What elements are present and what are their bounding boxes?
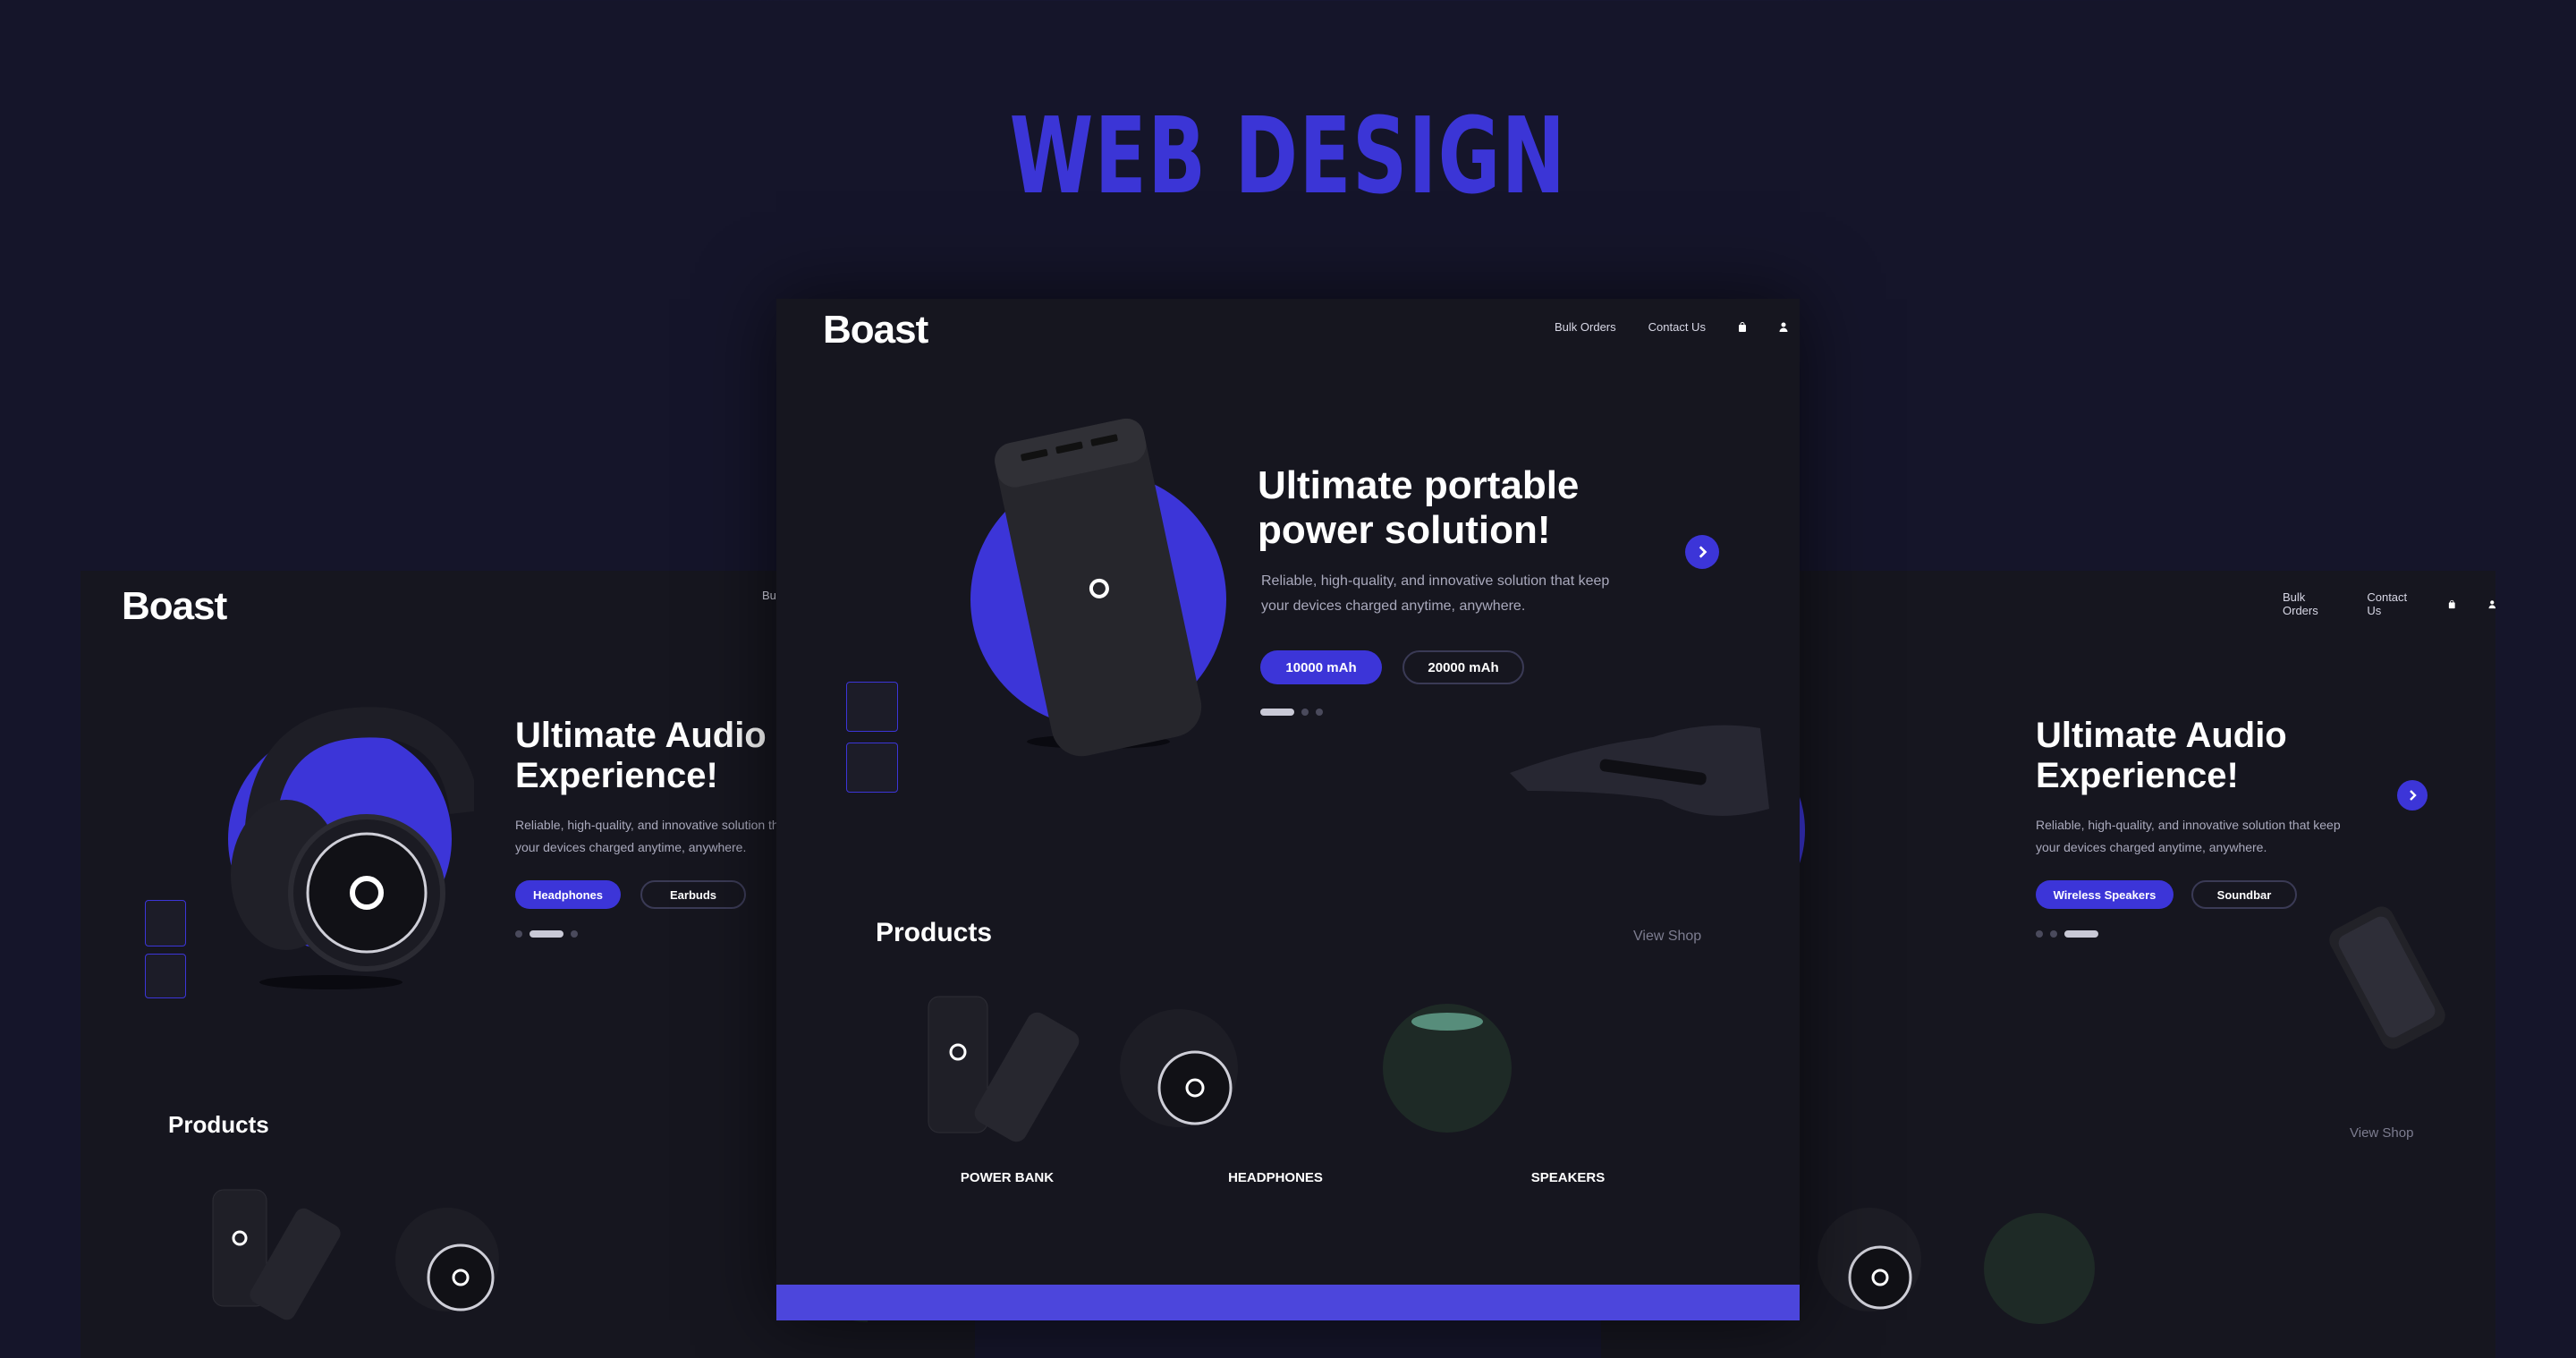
chevron-right-icon (2410, 790, 2417, 801)
carousel-dot[interactable] (1316, 709, 1323, 716)
carousel-dots (2036, 930, 2098, 938)
option-soundbar[interactable]: Soundbar (2191, 880, 2297, 909)
carousel-dot-active[interactable] (2064, 930, 2098, 938)
logo-text: Boast (823, 308, 928, 352)
logo[interactable]: Boast (823, 308, 928, 352)
option-20000-mah[interactable]: 20000 mAh (1402, 650, 1524, 684)
carousel-dot[interactable] (1301, 709, 1309, 716)
products-heading: Products (168, 1111, 269, 1138)
nav-bulk-orders[interactable]: Bulk Orders (2283, 590, 2334, 617)
next-slide-button[interactable] (1685, 535, 1719, 569)
carousel-dot-active[interactable] (530, 930, 564, 938)
nav-contact-us[interactable]: Contact Us (1648, 320, 1706, 334)
next-slide-button[interactable] (2397, 780, 2428, 811)
hero-title: Ultimate portable power solution! (1258, 463, 1580, 552)
product-images-row (928, 996, 1512, 1142)
view-shop-link[interactable]: View Shop (2350, 1125, 2413, 1141)
chevron-right-icon (1699, 546, 1707, 558)
nav-bulk-orders[interactable]: Bulk Orders (1555, 320, 1616, 334)
phone-image (2329, 906, 2445, 1049)
thumbnail-1[interactable] (145, 900, 186, 946)
carousel-dots (1260, 709, 1323, 716)
thumbnail-2[interactable] (846, 743, 898, 793)
hero-title: Ultimate Audio Experience! (515, 716, 767, 796)
product-label-headphones[interactable]: HEADPHONES (1195, 1170, 1356, 1185)
user-icon[interactable] (1779, 322, 1788, 332)
logo[interactable]: Boast (122, 584, 227, 629)
logo-text: Boast (122, 584, 227, 628)
option-headphones[interactable]: Headphones (515, 880, 621, 909)
carousel-dot-active[interactable] (1260, 709, 1294, 716)
product-label-speakers[interactable]: SPEAKERS (1487, 1170, 1648, 1185)
hero-title: Ultimate Audio Experience! (2036, 716, 2287, 796)
products-heading: Products (876, 918, 993, 947)
carousel-dot[interactable] (2050, 930, 2057, 938)
carousel-dot[interactable] (2036, 930, 2043, 938)
center-mockup: Boast Bulk Orders Contact Us Ultimate po… (776, 299, 1800, 1320)
power-bank-hero-image (970, 418, 1226, 757)
product-label-power-bank[interactable]: POWER BANK (927, 1170, 1088, 1185)
view-shop-link[interactable]: View Shop (1633, 929, 1701, 945)
product-images-row (212, 1189, 868, 1322)
nav-contact-us[interactable]: Contact Us (2367, 590, 2416, 617)
carousel-dot[interactable] (571, 930, 578, 938)
carousel-dot[interactable] (515, 930, 522, 938)
hero-description: Reliable, high-quality, and innovative s… (1261, 573, 1610, 614)
thumbnail-2[interactable] (145, 954, 186, 998)
hero-description: Reliable, high-quality, and innovative s… (515, 818, 786, 854)
carousel-dots (515, 930, 578, 938)
option-wireless-speakers[interactable]: Wireless Speakers (2036, 880, 2174, 909)
option-10000-mah[interactable]: 10000 mAh (1260, 650, 1382, 684)
footer-bar (776, 1285, 1800, 1320)
nav: Bulk Orders Contact Us (2283, 590, 2496, 617)
nav: Bulk Orders Contact Us (1555, 320, 1788, 334)
hand-holding-phone-image (1510, 725, 1769, 816)
hero-description: Reliable, high-quality, and innovative s… (2036, 818, 2341, 854)
option-earbuds[interactable]: Earbuds (640, 880, 746, 909)
page-heading: WEB DESIGN (1009, 94, 1567, 217)
bag-icon[interactable] (1738, 322, 1747, 332)
user-icon[interactable] (2487, 599, 2496, 609)
bag-icon[interactable] (2448, 599, 2456, 609)
thumbnail-1[interactable] (846, 682, 898, 732)
headphones-hero-image (228, 707, 474, 989)
